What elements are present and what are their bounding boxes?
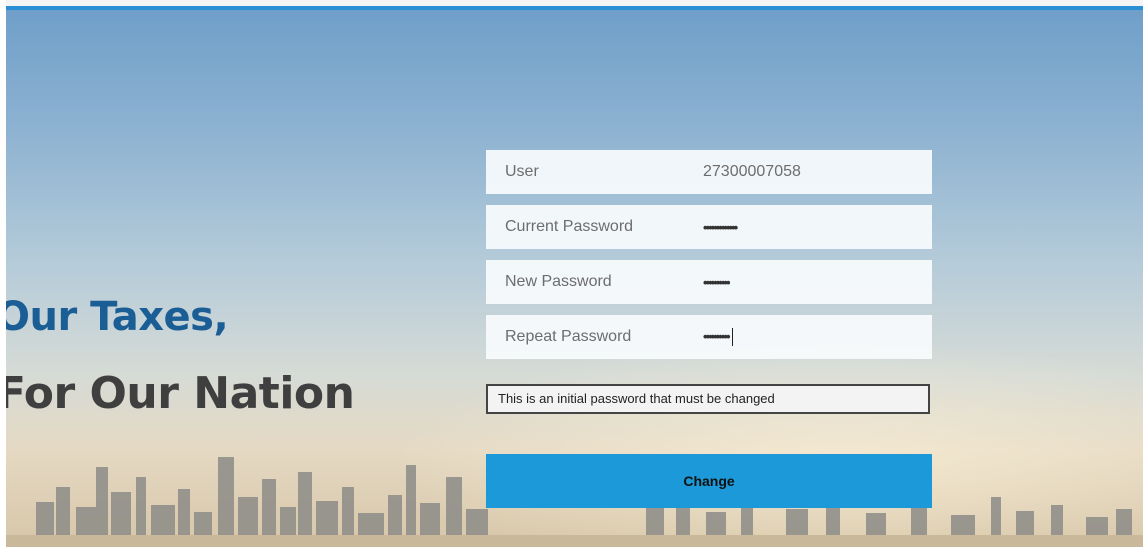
slogan-line-2: For Our Nation [6, 368, 355, 419]
user-label: User [505, 163, 539, 180]
current-password-row[interactable]: Current Password ••••••••••••• [486, 205, 932, 249]
slogan-line-1: Our Taxes, [6, 294, 229, 340]
change-button[interactable]: Change [486, 454, 932, 508]
repeat-password-field[interactable]: •••••••••• [703, 327, 733, 346]
login-background: Our Taxes, For Our Nation User 273000070… [6, 6, 1143, 547]
repeat-password-mask: •••••••••• [703, 329, 730, 345]
new-password-row[interactable]: New Password •••••••••• [486, 260, 932, 304]
user-row: User 27300007058 [486, 150, 932, 194]
text-caret [731, 327, 733, 346]
initial-password-notice: This is an initial password that must be… [486, 384, 930, 414]
repeat-password-row[interactable]: Repeat Password •••••••••• [486, 315, 932, 359]
current-password-label: Current Password [505, 218, 634, 235]
repeat-password-label: Repeat Password [505, 328, 632, 345]
new-password-field[interactable]: •••••••••• [703, 275, 730, 290]
current-password-field[interactable]: ••••••••••••• [703, 220, 738, 235]
new-password-label: New Password [505, 273, 612, 290]
user-value: 27300007058 [703, 163, 801, 180]
